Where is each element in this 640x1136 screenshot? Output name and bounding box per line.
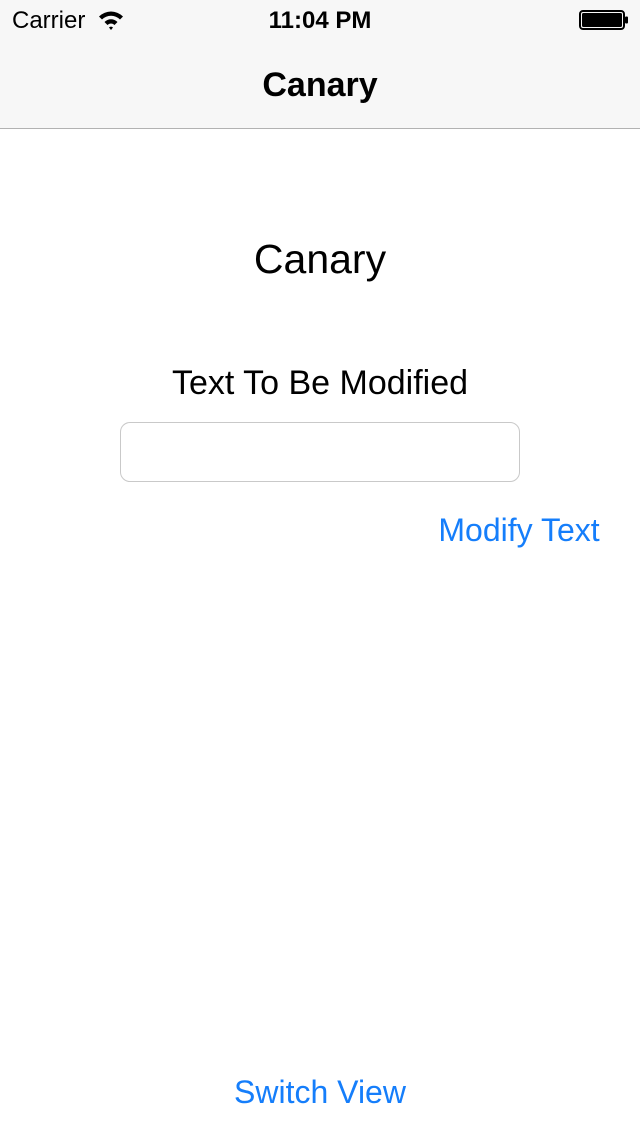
page-heading: Canary <box>253 236 387 282</box>
text-field-label: Text To Be Modified <box>171 364 469 402</box>
battery-full-icon <box>579 10 628 30</box>
switch-view-button[interactable]: Switch View <box>220 1070 420 1114</box>
modify-text-button[interactable]: Modify Text <box>430 508 608 552</box>
status-bar: Carrier 11:04 PM <box>0 0 640 40</box>
text-to-modify-input[interactable] <box>120 422 520 482</box>
nav-title: Canary <box>262 66 378 104</box>
status-time: 11:04 PM <box>268 7 372 34</box>
app-screen: Carrier 11:04 PM Canary Canary Text To B… <box>0 0 640 1136</box>
top-bar: Carrier 11:04 PM Canary <box>0 0 640 129</box>
